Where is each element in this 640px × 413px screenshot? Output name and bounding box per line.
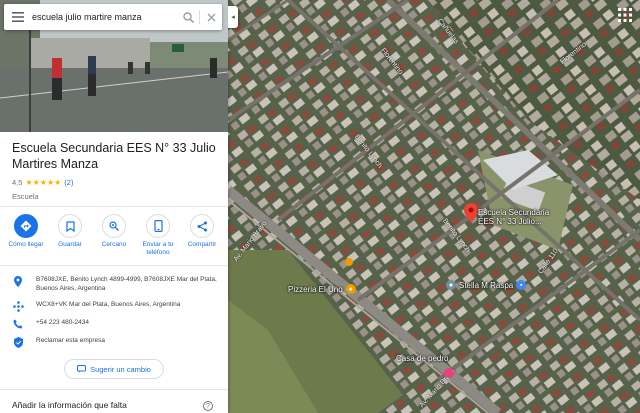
place-category[interactable]: Escuela	[12, 192, 39, 201]
poi-label: Pizzeria El Uno	[288, 284, 343, 294]
map-place-label[interactable]: Escuela Secundaria EES N° 33 Julio...	[478, 208, 558, 226]
divider	[0, 265, 228, 266]
share-icon	[190, 214, 214, 238]
rating-value: 4,5	[12, 178, 23, 187]
shop-icon[interactable]	[444, 368, 454, 378]
suggest-edit-button[interactable]: Sugerir un cambio	[64, 359, 164, 379]
nearby-label: Cercano	[101, 241, 127, 248]
send-to-phone-button[interactable]: Enviar a tu teléfono	[137, 214, 179, 257]
nearby-icon	[102, 214, 126, 238]
nearby-button[interactable]: Cercano	[93, 214, 135, 257]
rating-row[interactable]: 4,5 ★★★★★ (2)	[12, 178, 73, 187]
collapse-panel-button[interactable]: ◂	[228, 6, 238, 28]
action-bar: Cómo llegar Guardar Cercano Enviar a tu …	[0, 214, 228, 257]
chevron-left-icon: ◂	[231, 14, 235, 21]
place-title: Escuela Secundaria EES N° 33 Julio Marti…	[12, 141, 216, 171]
claim-text: Reclamar esta empresa	[36, 337, 105, 344]
location-pin-icon	[0, 275, 36, 287]
star-rating-icon: ★★★★★	[25, 178, 62, 187]
shop-icon: ▪	[516, 280, 527, 290]
bookmark-icon	[58, 214, 82, 238]
phone-row[interactable]: +54 223 480-2434	[0, 318, 228, 329]
place-panel: escuela julio martire manza Escuela Secu…	[0, 0, 228, 413]
directions-icon	[14, 214, 38, 238]
directions-button[interactable]: Cómo llegar	[5, 214, 47, 257]
send-to-phone-icon	[146, 214, 170, 238]
phone-icon	[0, 318, 36, 329]
apps-grid-icon[interactable]	[618, 8, 632, 22]
review-count[interactable]: (2)	[64, 178, 73, 187]
search-box[interactable]: escuela julio martire manza	[4, 4, 222, 30]
close-icon[interactable]	[200, 4, 222, 30]
claim-row[interactable]: Reclamar esta empresa	[0, 336, 228, 348]
poi-stella[interactable]: ● Stella M Raspa ▪	[446, 280, 527, 290]
divider	[0, 389, 228, 390]
share-button[interactable]: Compartir	[181, 214, 223, 257]
send-to-phone-label: Enviar a tu teléfono	[142, 241, 174, 256]
comment-edit-icon	[77, 365, 87, 373]
divider	[0, 206, 228, 207]
share-label: Compartir	[187, 241, 217, 248]
help-icon[interactable]: ?	[203, 401, 213, 411]
search-icon[interactable]	[177, 4, 199, 30]
poi-label: Stella M Raspa	[459, 280, 514, 290]
plus-code-row[interactable]: WCX8+VK Mar del Plata, Buenos Aires, Arg…	[0, 300, 228, 312]
verified-shield-icon	[0, 336, 36, 348]
place-icon: ●	[446, 280, 456, 290]
directions-label: Cómo llegar	[8, 241, 44, 248]
restaurant-icon[interactable]	[345, 258, 353, 266]
restaurant-icon: ●	[345, 284, 356, 294]
poi-casa-pedro[interactable]: Casa de pedro	[396, 354, 448, 363]
plus-code-icon	[0, 300, 36, 312]
map-pin-icon[interactable]	[464, 203, 478, 223]
address-row[interactable]: B7608JXE, Benito Lynch 4899-4999, B7608J…	[0, 275, 228, 293]
add-missing-info[interactable]: Añadir la información que falta	[12, 400, 127, 410]
save-label: Guardar	[58, 241, 82, 248]
poi-label: Casa de pedro	[396, 354, 449, 363]
phone-text: +54 223 480-2434	[36, 319, 89, 326]
menu-icon[interactable]	[4, 4, 32, 30]
poi-pizzeria[interactable]: Pizzeria El Uno ●	[288, 284, 356, 294]
suggest-edit-label: Sugerir un cambio	[90, 364, 151, 374]
address-text: B7608JXE, Benito Lynch 4899-4999, B7608J…	[36, 276, 217, 292]
map-view[interactable]: Av. Mario Bravo Av. Mario Bravo Benito L…	[228, 0, 640, 413]
save-button[interactable]: Guardar	[49, 214, 91, 257]
search-input[interactable]: escuela julio martire manza	[32, 12, 177, 22]
plus-code-text: WCX8+VK Mar del Plata, Buenos Aires, Arg…	[36, 301, 181, 308]
satellite-imagery	[228, 0, 640, 413]
